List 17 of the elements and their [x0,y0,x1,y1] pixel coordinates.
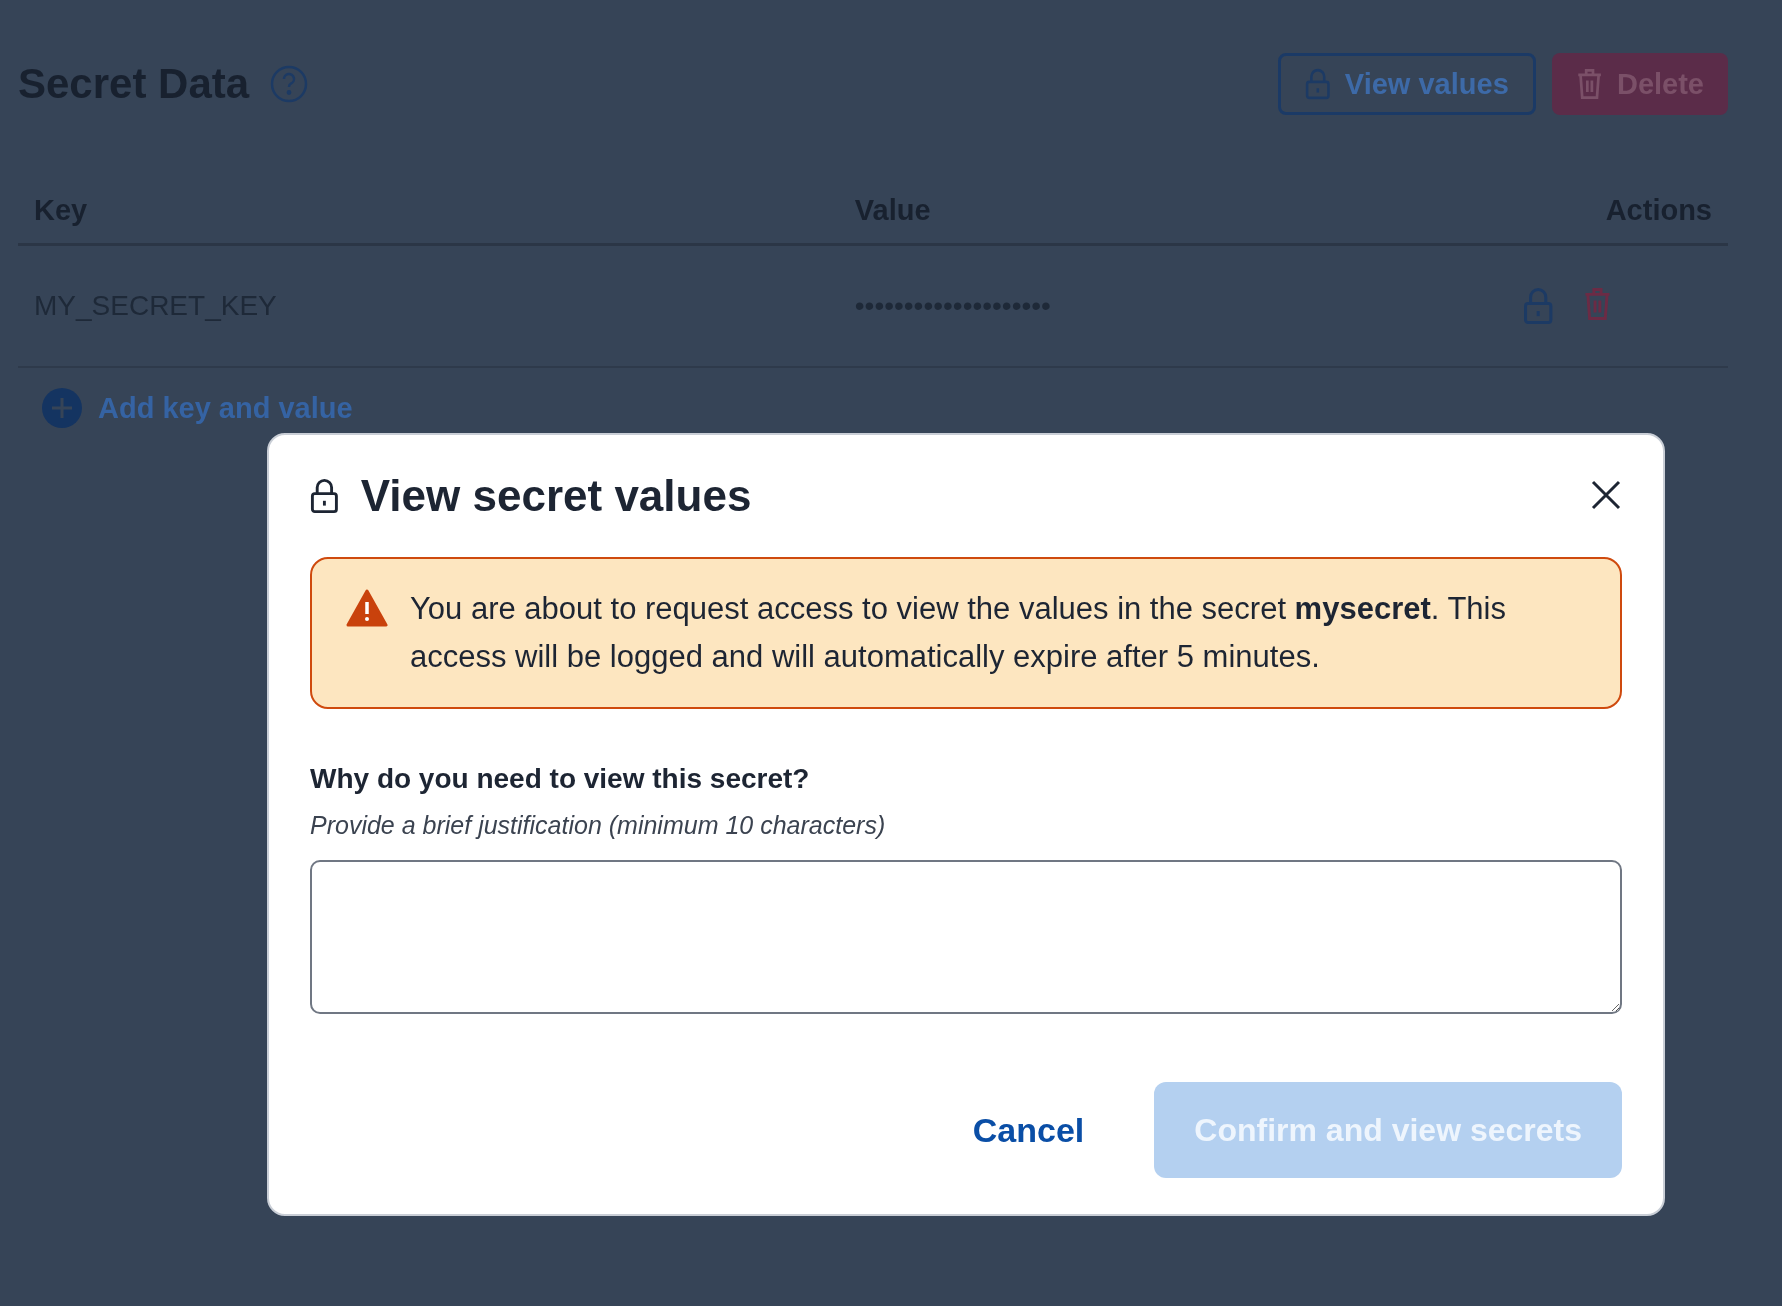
lock-icon [1305,68,1331,100]
warning-text: You are about to request access to view the values in the secret mysecret. This access will be logged and will automatically expire after 5 minutes. [410,590,1507,676]
warning-icon [346,589,388,627]
field-hint: Provide a brief justification (minimum 10 characters) [310,811,887,840]
view-values-button[interactable]: View values [1278,53,1536,115]
close-icon [1590,478,1622,511]
lock-icon [1522,287,1554,325]
dialog-title: View secret values [360,471,752,521]
value-cell: •••••••••••••••••••• [838,244,1291,367]
plus-icon [42,388,82,428]
trash-icon [1583,287,1612,321]
trash-icon [1575,68,1603,100]
lock-icon [310,478,339,514]
add-key-button[interactable]: Add key and value [42,388,353,428]
cancel-button[interactable]: Cancel [944,1082,1113,1178]
justification-field[interactable] [310,860,1622,1014]
field-label: Why do you need to view this secret? [310,763,811,795]
